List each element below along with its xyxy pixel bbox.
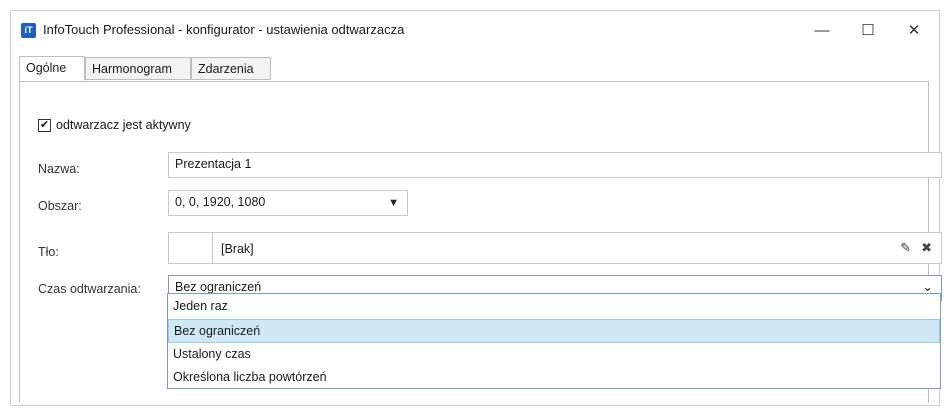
app-logo-icon: iT — [21, 23, 36, 38]
playback-time-dropdown: Jeden raz Bez ograniczeń Ustalony czas O… — [167, 293, 941, 389]
tab-events[interactable]: Zdarzenia — [191, 57, 271, 80]
option-unlimited[interactable]: Bez ograniczeń — [168, 319, 940, 343]
option-once[interactable]: Jeden raz — [168, 295, 940, 319]
background-label: Tło: — [38, 245, 59, 259]
close-button[interactable]: ✕ — [891, 11, 937, 49]
tab-schedule[interactable]: Harmonogram — [85, 57, 191, 80]
clear-icon[interactable]: ✖ — [921, 240, 932, 256]
player-active-option[interactable]: ✔ odtwarzacz jest aktywny — [38, 118, 191, 132]
background-field: [Brak] ✎ ✖ — [168, 232, 942, 264]
background-value: [Brak] — [221, 242, 254, 256]
area-select[interactable]: 0, 0, 1920, 1080 ▼ — [168, 190, 408, 216]
background-preview[interactable] — [169, 233, 213, 263]
playback-time-label: Czas odtwarzania: — [38, 282, 141, 296]
edit-icon[interactable]: ✎ — [900, 240, 911, 256]
option-repeat-count[interactable]: Określona liczba powtórzeń — [168, 366, 940, 390]
area-value: 0, 0, 1920, 1080 — [175, 195, 266, 209]
option-fixed-time[interactable]: Ustalony czas — [168, 343, 940, 367]
tab-general[interactable]: Ogólne — [19, 56, 85, 81]
maximize-button[interactable]: ☐ — [845, 11, 891, 49]
minimize-button[interactable]: — — [799, 11, 845, 49]
player-active-label: odtwarzacz jest aktywny — [56, 118, 191, 132]
name-input[interactable]: Prezentacja 1 — [168, 152, 942, 178]
settings-window: iT InfoTouch Professional - konfigurator… — [10, 10, 942, 406]
name-label: Nazwa: — [38, 162, 80, 176]
playback-time-value: Bez ograniczeń — [175, 280, 262, 294]
chevron-down-icon: ▼ — [388, 197, 399, 209]
window-title: InfoTouch Professional - konfigurator - … — [43, 22, 405, 37]
area-label: Obszar: — [38, 199, 82, 213]
player-active-checkbox[interactable]: ✔ — [38, 118, 51, 132]
title-bar[interactable]: iT InfoTouch Professional - konfigurator… — [11, 11, 939, 49]
name-value: Prezentacja 1 — [175, 157, 252, 171]
